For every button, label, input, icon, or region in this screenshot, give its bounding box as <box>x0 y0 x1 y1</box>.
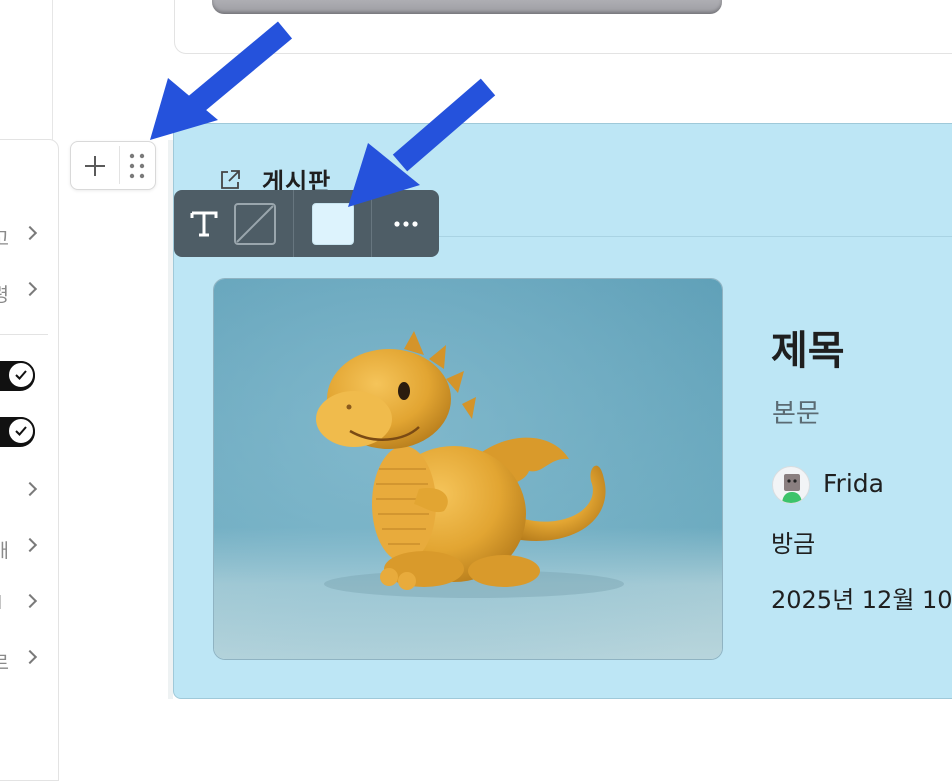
chevron-right-icon <box>22 649 38 665</box>
settings-divider <box>0 334 48 335</box>
settings-row-label: 개 <box>0 540 9 562</box>
settings-row-label: 령 <box>0 284 9 306</box>
settings-panel: 고 령 개 l 르 <box>0 139 59 781</box>
previous-block-image <box>212 0 722 14</box>
no-border-button[interactable] <box>233 202 277 246</box>
left-divider <box>52 0 53 140</box>
chevron-right-icon <box>22 281 38 297</box>
author-name: Frida <box>823 469 884 498</box>
toolbar-divider <box>293 190 294 257</box>
post-thumbnail[interactable] <box>213 278 723 660</box>
post-time: 방금 <box>771 530 816 558</box>
check-icon <box>7 361 35 389</box>
external-link-icon[interactable] <box>218 168 242 192</box>
avatar <box>772 466 810 504</box>
text-style-button[interactable] <box>188 208 220 240</box>
settings-row[interactable]: 개 <box>0 536 38 564</box>
settings-row[interactable]: l <box>0 592 38 620</box>
settings-row-label: 고 <box>0 228 9 250</box>
post-title[interactable]: 제목 <box>771 318 845 376</box>
toggle-switch[interactable] <box>0 417 35 447</box>
chevron-right-icon <box>22 537 38 553</box>
add-block-button[interactable] <box>80 151 110 181</box>
annotation-arrow <box>348 78 496 207</box>
dragon-figure-image <box>214 279 722 659</box>
chevron-right-icon <box>22 593 38 609</box>
toggle-switch[interactable] <box>0 361 35 391</box>
handle-divider <box>119 146 120 184</box>
chevron-right-icon <box>22 225 38 241</box>
settings-row[interactable]: 르 <box>0 648 38 676</box>
chevron-right-icon <box>22 481 38 497</box>
settings-row[interactable]: 고 <box>0 224 38 252</box>
annotation-arrow <box>150 21 293 140</box>
settings-row[interactable] <box>0 480 38 508</box>
drag-dots-icon <box>129 153 145 179</box>
settings-row-label: 르 <box>0 652 9 674</box>
check-icon <box>7 417 35 445</box>
settings-row[interactable]: 령 <box>0 280 38 308</box>
post-body: 본문 <box>772 399 820 429</box>
settings-row-label: l <box>0 592 9 614</box>
no-border-icon <box>234 203 276 245</box>
text-style-icon <box>190 211 218 237</box>
post-date: 2025년 12월 10 <box>771 586 952 614</box>
drag-handle-button[interactable] <box>124 151 150 181</box>
plus-icon <box>85 156 105 176</box>
